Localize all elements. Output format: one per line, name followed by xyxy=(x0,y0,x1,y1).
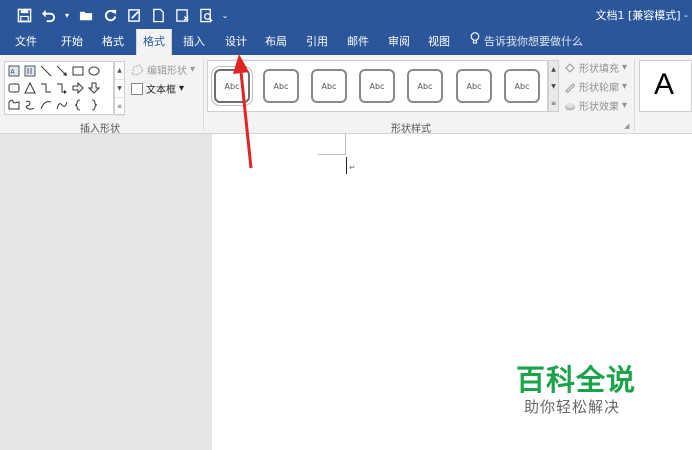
tab-format-1[interactable]: 格式 xyxy=(102,29,124,55)
text-box-label: 文本框 xyxy=(146,85,176,96)
lightbulb-icon xyxy=(470,29,480,55)
arrow-line-shape-icon[interactable] xyxy=(55,64,69,78)
shape-styles-gallery[interactable]: Abc Abc Abc Abc Abc Abc Abc xyxy=(207,60,548,112)
workspace-gutter xyxy=(0,134,212,450)
new-document-icon[interactable] xyxy=(146,5,170,25)
shape-effects-button[interactable]: 形状效果 ▾ xyxy=(564,98,627,113)
edit-shape-icon xyxy=(131,63,144,76)
edit-document-icon[interactable] xyxy=(122,5,146,25)
shape-style-4[interactable]: Abc xyxy=(359,69,395,103)
curve-shape-icon[interactable] xyxy=(55,98,69,112)
styles-more-icon[interactable]: ≡ xyxy=(549,95,558,112)
tab-home[interactable]: 开始 xyxy=(61,29,83,55)
tell-me-text: 告诉我你想要做什么 xyxy=(484,35,583,48)
effects-icon xyxy=(565,102,575,110)
shape-style-2[interactable]: Abc xyxy=(263,69,299,103)
customize-qat-icon[interactable]: ⌄ xyxy=(218,11,232,20)
shape-fill-dropdown-icon: ▾ xyxy=(622,62,628,73)
document-title: 文档1 [兼容模式] - xyxy=(595,9,688,22)
tab-format-active[interactable]: 格式 xyxy=(136,29,172,56)
tell-me-box[interactable]: 告诉我你想要做什么 xyxy=(470,29,583,55)
shape-effects-label: 形状效果 xyxy=(579,102,619,113)
undo-icon[interactable] xyxy=(36,5,60,25)
repeat-icon[interactable] xyxy=(98,5,122,25)
shape-fill-label: 形状填充 xyxy=(579,64,619,75)
shape-style-5[interactable]: Abc xyxy=(407,69,443,103)
text-cursor xyxy=(346,157,347,174)
elbow-connector-shape-icon[interactable] xyxy=(39,81,53,95)
shapes-gallery[interactable]: A xyxy=(4,61,114,115)
freeform-shape-icon[interactable] xyxy=(7,98,21,112)
edit-shape-label: 编辑形状 xyxy=(147,66,187,77)
save-as-icon[interactable] xyxy=(170,5,194,25)
triangle-shape-icon[interactable] xyxy=(23,81,37,95)
shape-styles-group-label: 形状样式 xyxy=(391,124,431,135)
vertical-textbox-shape-icon[interactable] xyxy=(23,64,37,78)
tab-view[interactable]: 视图 xyxy=(428,29,450,55)
margin-corner-mark xyxy=(345,134,346,155)
right-brace-shape-icon[interactable] xyxy=(87,98,101,112)
line-shape-icon[interactable] xyxy=(39,64,53,78)
rounded-rect-shape-icon[interactable] xyxy=(7,81,21,95)
arc-shape-icon[interactable] xyxy=(39,98,53,112)
text-box-icon xyxy=(131,82,143,95)
watermark-subtitle: 助你轻松解决 xyxy=(524,398,621,416)
rectangle-shape-icon[interactable] xyxy=(71,64,85,78)
shape-style-3[interactable]: Abc xyxy=(311,69,347,103)
paint-bucket-icon xyxy=(565,62,575,73)
oval-shape-icon[interactable] xyxy=(87,64,101,78)
scroll-down-icon[interactable]: ▼ xyxy=(115,80,124,98)
shape-outline-label: 形状轮廓 xyxy=(579,83,619,94)
shape-fill-button[interactable]: 形状填充 ▾ xyxy=(564,60,627,75)
gallery-more-icon[interactable]: ≡ xyxy=(115,98,124,116)
shape-outline-dropdown-icon: ▾ xyxy=(622,81,628,92)
elbow-arrow-shape-icon[interactable] xyxy=(55,81,69,95)
scribble-shape-icon[interactable] xyxy=(23,98,37,112)
undo-dropdown-icon[interactable]: ▾ xyxy=(60,11,74,20)
shape-style-6[interactable]: Abc xyxy=(456,69,492,103)
group-divider xyxy=(634,59,635,131)
tab-references[interactable]: 引用 xyxy=(306,29,328,55)
shape-styles-scroll[interactable]: ▲ ▼ ≡ xyxy=(548,60,559,112)
ribbon: A ▲ ▼ ≡ 编辑形状 ▾ 文本框 ▾ 插入形状 Abc Abc Abc Ab… xyxy=(0,55,692,135)
right-arrow-shape-icon[interactable] xyxy=(71,81,85,95)
wordart-style-a[interactable]: A xyxy=(654,68,674,102)
paragraph-mark: ↵ xyxy=(349,163,356,172)
save-icon[interactable] xyxy=(12,5,36,25)
down-arrow-shape-icon[interactable] xyxy=(87,81,101,95)
margin-corner-mark xyxy=(318,154,346,155)
tab-insert[interactable]: 插入 xyxy=(183,29,205,55)
dialog-launcher-icon[interactable]: ◢ xyxy=(624,122,629,130)
shape-outline-button[interactable]: 形状轮廓 ▾ xyxy=(564,79,627,94)
styles-scroll-up-icon[interactable]: ▲ xyxy=(549,61,558,78)
open-folder-icon[interactable] xyxy=(74,5,98,25)
tab-design[interactable]: 设计 xyxy=(225,29,247,55)
tab-file[interactable]: 文件 xyxy=(15,29,37,55)
edit-shape-button[interactable]: 编辑形状 ▾ xyxy=(131,62,195,77)
quick-access-toolbar: ▾ ⌄ xyxy=(12,5,232,25)
watermark-title: 百科全说 xyxy=(516,363,637,397)
textbox-shape-icon[interactable]: A xyxy=(7,64,21,78)
shape-style-7[interactable]: Abc xyxy=(504,69,540,103)
styles-scroll-down-icon[interactable]: ▼ xyxy=(549,78,558,95)
edit-shape-dropdown-icon: ▾ xyxy=(190,64,196,75)
shapes-gallery-scroll[interactable]: ▲ ▼ ≡ xyxy=(114,61,125,116)
shape-style-1[interactable]: Abc xyxy=(214,69,250,103)
tab-layout[interactable]: 布局 xyxy=(265,29,287,55)
ribbon-tab-bar: 文件 开始 格式 格式 插入 设计 布局 引用 邮件 审阅 视图 告诉我你想要做… xyxy=(0,29,692,56)
text-box-button[interactable]: 文本框 ▾ xyxy=(131,81,184,96)
pencil-icon xyxy=(565,82,576,93)
shape-effects-dropdown-icon: ▾ xyxy=(622,100,628,111)
wordart-styles-gallery[interactable]: A xyxy=(639,60,692,112)
text-box-dropdown-icon: ▾ xyxy=(179,83,185,94)
insert-shapes-group-label: 插入形状 xyxy=(80,124,120,135)
scroll-up-icon[interactable]: ▲ xyxy=(115,62,124,80)
group-divider xyxy=(203,59,204,131)
tab-mailings[interactable]: 邮件 xyxy=(347,29,369,55)
print-preview-icon[interactable] xyxy=(194,5,218,25)
title-bar: ▾ ⌄ 文档1 [兼容模式] - xyxy=(0,0,692,29)
tab-review[interactable]: 审阅 xyxy=(388,29,410,55)
left-brace-shape-icon[interactable] xyxy=(71,98,85,112)
